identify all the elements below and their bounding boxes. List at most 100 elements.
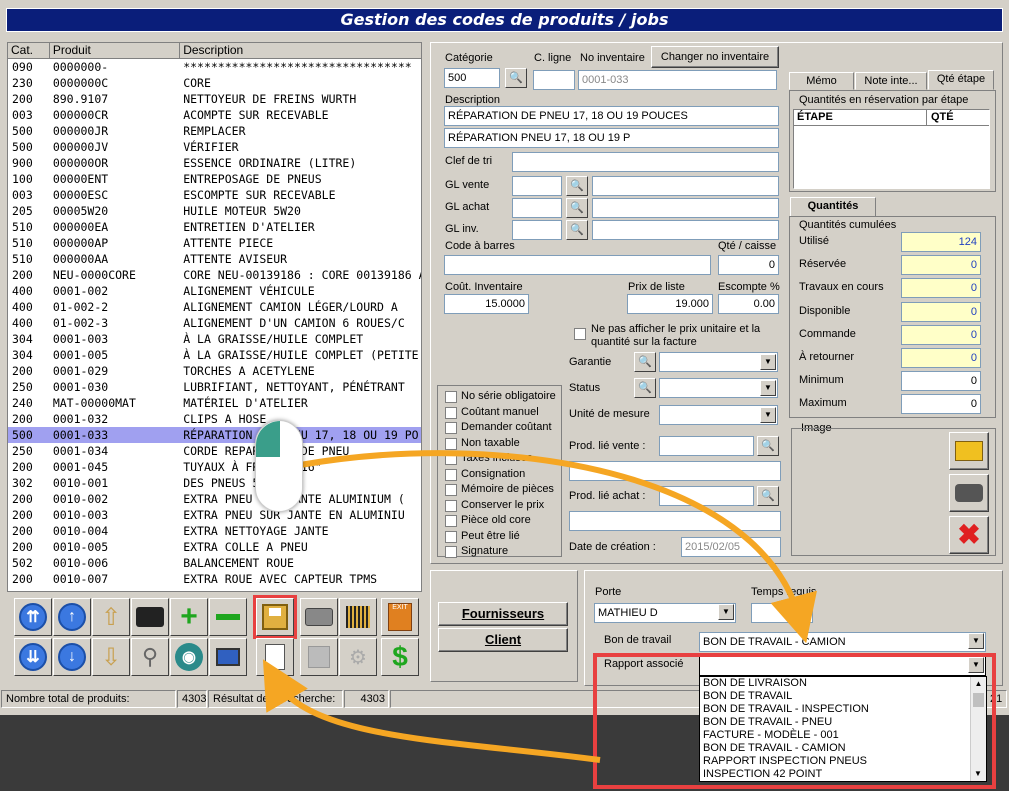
- dropdown-item[interactable]: FACTURE - MODÈLE - 001: [700, 729, 970, 742]
- tab-note-interne[interactable]: Note inte...: [855, 72, 927, 90]
- status-lookup-button[interactable]: 🔍: [634, 378, 656, 398]
- tools-button[interactable]: ⚙: [339, 638, 377, 676]
- glvente-lookup-button[interactable]: 🔍: [566, 176, 588, 196]
- table-row[interactable]: 003 000000CR ACOMPTE SUR RECEVABLE: [8, 107, 421, 123]
- table-row[interactable]: 200 0010-004 EXTRA NETTOYAGE JANTE: [8, 523, 421, 539]
- table-row[interactable]: 090 0000000- *****************************…: [8, 59, 421, 75]
- option-checkbox[interactable]: [445, 515, 457, 527]
- quantity-value[interactable]: 0: [901, 348, 981, 368]
- print-button[interactable]: [300, 598, 338, 636]
- move-down-button[interactable]: ⇩: [92, 638, 130, 676]
- table-row[interactable]: 200 NEU-0000CORE CORE NEU-00139186 : CORE …: [8, 267, 421, 283]
- noinv-field[interactable]: 0001-033: [578, 70, 777, 90]
- col-header-produit[interactable]: Produit: [50, 43, 181, 58]
- first-record-button[interactable]: ⇈: [14, 598, 52, 636]
- table-row[interactable]: 200 0010-003 EXTRA PNEU SUR JANTE EN ALUMI…: [8, 507, 421, 523]
- prixliste-field[interactable]: 19.000: [627, 294, 713, 314]
- exit-button[interactable]: EXIT: [381, 598, 419, 636]
- table-row[interactable]: 510 000000AP ATTENTE PIECE: [8, 235, 421, 251]
- dropdown-item[interactable]: BON DE TRAVAIL - INSPECTION: [700, 703, 970, 716]
- scroll-down-icon[interactable]: ▼: [971, 767, 985, 781]
- option-checkbox[interactable]: [445, 546, 457, 558]
- table-row[interactable]: 304 0001-003 À LA GRAISSE/HUILE COMPLET: [8, 331, 421, 347]
- tab-quantites[interactable]: Quantités: [790, 197, 876, 217]
- table-row[interactable]: 2000010-002EXTRA PNEU SUR JANTE ALUMINIU…: [8, 491, 421, 507]
- table-row[interactable]: 200 0010-007 EXTRA ROUE AVEC CAPTEUR TPMS: [8, 571, 421, 587]
- chevron-down-icon[interactable]: ▼: [968, 657, 984, 673]
- table-row[interactable]: 500 000000JR REMPLACER: [8, 123, 421, 139]
- prodachat-field[interactable]: [659, 486, 754, 506]
- fournisseurs-button[interactable]: Fournisseurs: [438, 602, 568, 626]
- chevron-down-icon[interactable]: ▼: [968, 633, 984, 649]
- tab-qte-etape[interactable]: Qté étape: [928, 70, 994, 90]
- quantity-value[interactable]: 0: [901, 394, 981, 415]
- dropdown-item[interactable]: BON DE TRAVAIL - PNEU: [700, 716, 970, 729]
- chevron-down-icon[interactable]: ▼: [718, 604, 734, 620]
- table-row[interactable]: 250 0001-030 LUBRIFIANT, NETTOYANT, PÉNÉTR…: [8, 379, 421, 395]
- scroll-up-icon[interactable]: ▲: [971, 677, 986, 691]
- table-row[interactable]: 200 0010-005 EXTRA COLLE A PNEU: [8, 539, 421, 555]
- quantity-value[interactable]: 124: [901, 232, 981, 252]
- col-header-description[interactable]: Description: [180, 43, 421, 58]
- unite-select[interactable]: ▼: [659, 405, 778, 425]
- table-row[interactable]: 502 0010-006 BALANCEMENT ROUE: [8, 555, 421, 571]
- product-list[interactable]: Cat. Produit Description 090 0000000- ****…: [7, 42, 422, 592]
- scan-button[interactable]: [300, 638, 338, 676]
- dropdown-item[interactable]: RAPPORT INSPECTION PNEUS: [700, 755, 970, 768]
- tab-memo[interactable]: Mémo: [789, 72, 854, 90]
- next-record-button[interactable]: ↓: [53, 638, 91, 676]
- table-row[interactable]: 003 00000ESC ESCOMPTE SUR RECEVABLE: [8, 187, 421, 203]
- rapport-dropdown-list[interactable]: BON DE LIVRAISON BON DE TRAVAIL BON DE TRA…: [699, 676, 987, 782]
- glachat-lookup-button[interactable]: 🔍: [566, 198, 588, 218]
- cligne-field[interactable]: [533, 70, 575, 90]
- table-row[interactable]: 510 000000AA ATTENTE AVISEUR: [8, 251, 421, 267]
- categorie-lookup-button[interactable]: 🔍: [505, 68, 527, 88]
- datecreation-field[interactable]: 2015/02/05: [681, 537, 781, 557]
- quantity-value[interactable]: 0: [901, 301, 981, 322]
- prev-record-button[interactable]: ↑: [53, 598, 91, 636]
- dropdown-item[interactable]: BON DE LIVRAISON: [700, 677, 970, 690]
- quantity-value[interactable]: 0: [901, 255, 981, 276]
- quantity-value[interactable]: 0: [901, 324, 981, 345]
- cleftri-field[interactable]: [512, 152, 779, 172]
- view-button[interactable]: ◉: [170, 638, 208, 676]
- barcode-button[interactable]: [339, 598, 377, 636]
- description-field-1[interactable]: RÉPARATION DE PNEU 17, 18 OU 19 POUCES: [444, 106, 779, 126]
- option-checkbox[interactable]: [445, 406, 457, 419]
- scroll-thumb[interactable]: [973, 693, 984, 707]
- option-checkbox[interactable]: [445, 530, 457, 543]
- porte-select[interactable]: MATHIEU D: [594, 603, 736, 623]
- escompte-field[interactable]: 0.00: [718, 294, 779, 314]
- dropdown-item[interactable]: INSPECTION 42 POINT: [700, 768, 970, 781]
- open-image-button[interactable]: [949, 432, 989, 470]
- table-row[interactable]: 200 0001-032 CLIPS A HOSE: [8, 411, 421, 427]
- table-row[interactable]: 200 0001-029 TORCHES A ACETYLENE: [8, 363, 421, 379]
- dropdown-scrollbar[interactable]: ▲ ▼: [970, 677, 986, 781]
- prodachat-lookup-button[interactable]: 🔍: [757, 486, 779, 506]
- move-up-button[interactable]: ⇧: [92, 598, 130, 636]
- table-row[interactable]: 302 0010-001 DES PNEUS 5/16": [8, 475, 421, 491]
- table-row[interactable]: 205 00005W20 HUILE MOTEUR 5W20: [8, 203, 421, 219]
- prodvente-field[interactable]: [659, 436, 754, 456]
- last-record-button[interactable]: ⇊: [14, 638, 52, 676]
- quantity-value[interactable]: 0: [901, 278, 981, 299]
- change-noinv-button[interactable]: Changer no inventaire: [651, 46, 779, 68]
- codebarres-field[interactable]: [444, 255, 711, 275]
- table-row[interactable]: 100 00000ENT ENTREPOSAGE DE PNEUS: [8, 171, 421, 187]
- noprix-checkbox[interactable]: [574, 328, 586, 340]
- table-row[interactable]: 400 0001-002 ALIGNEMENT VÉHICULE: [8, 283, 421, 299]
- description-field-2[interactable]: RÉPARATION PNEU 17, 18 OU 19 P: [444, 128, 779, 148]
- temps-field[interactable]: 25: [751, 603, 813, 623]
- table-row[interactable]: 230 0000000C CORE: [8, 75, 421, 91]
- delete-image-button[interactable]: ✖: [949, 516, 989, 554]
- glinv-lookup-button[interactable]: 🔍: [566, 220, 588, 240]
- option-checkbox[interactable]: [445, 391, 457, 403]
- quantity-value[interactable]: 0: [901, 371, 981, 392]
- dropdown-item[interactable]: BON DE TRAVAIL - CAMION: [700, 742, 970, 755]
- glvente-field[interactable]: [512, 176, 562, 196]
- col-header-cat[interactable]: Cat.: [8, 43, 50, 58]
- save-button[interactable]: [253, 595, 297, 639]
- price-button[interactable]: $: [381, 638, 419, 676]
- table-row[interactable]: 400 01-002-3 ALIGNEMENT D'UN CAMION 6 ROUE…: [8, 315, 421, 331]
- table-row[interactable]: 2500001-034CORDE REPARATION DE PNEU: [8, 443, 421, 459]
